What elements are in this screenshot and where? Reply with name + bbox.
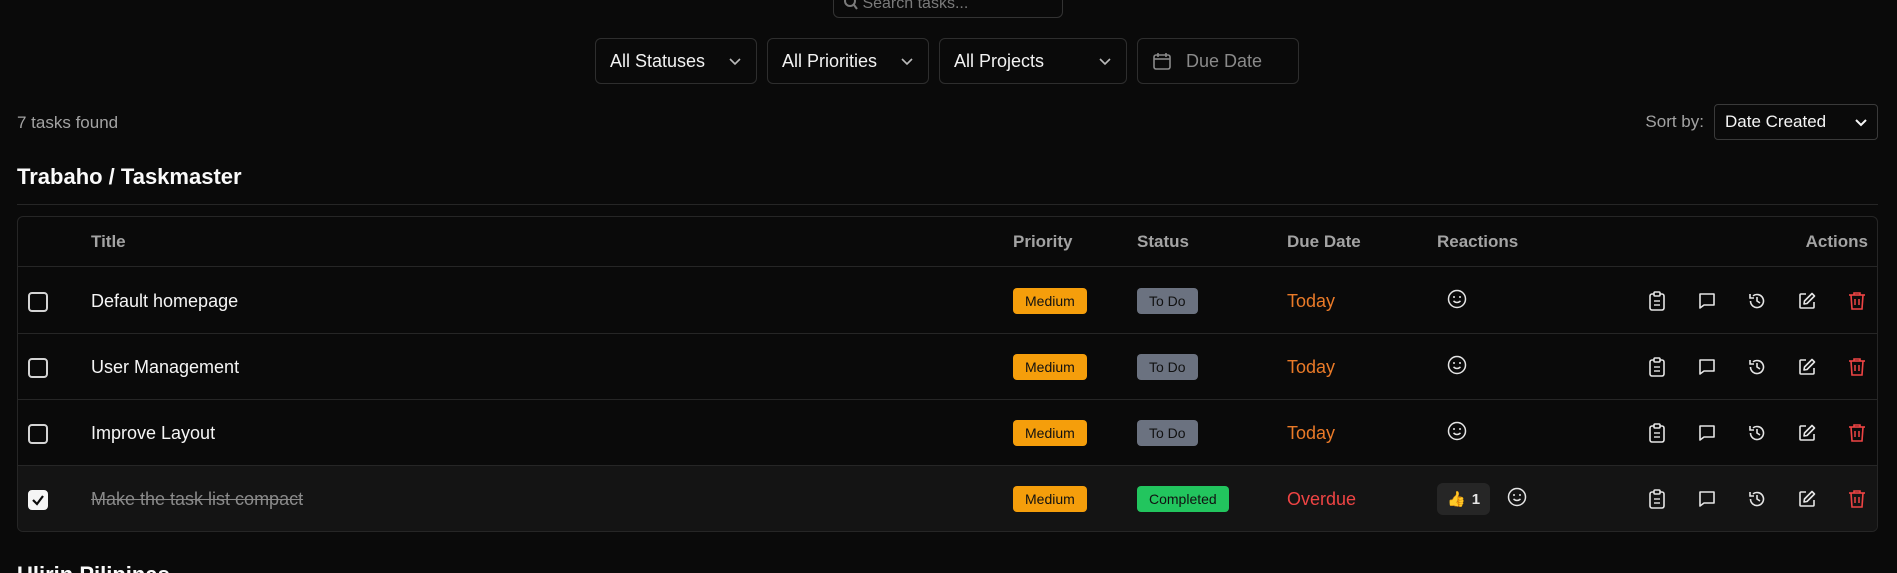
due-date: Overdue <box>1287 488 1357 509</box>
header-priority: Priority <box>1013 232 1073 251</box>
task-checkbox[interactable] <box>28 490 48 510</box>
due-date-filter-label: Due Date <box>1186 50 1263 71</box>
reaction-count: 1 <box>1471 490 1481 508</box>
group-title: Trabaho / Taskmaster <box>17 164 242 189</box>
edit-icon[interactable] <box>1797 357 1817 377</box>
calendar-icon <box>1152 51 1172 71</box>
sort-select-value: Date Created <box>1725 112 1827 131</box>
status-filter[interactable]: All Statuses <box>595 38 757 84</box>
due-date-filter[interactable]: Due Date <box>1137 38 1299 84</box>
add-reaction-button[interactable] <box>1444 420 1470 446</box>
reaction-pill[interactable]: 👍 1 <box>1437 483 1491 515</box>
header-due-date: Due Date <box>1287 232 1361 251</box>
task-count: 7 tasks found <box>17 113 119 132</box>
task-table: Title Priority Status Due Date Reactions… <box>17 216 1878 532</box>
due-date: Today <box>1287 422 1336 443</box>
due-date: Today <box>1287 290 1336 311</box>
chevron-down-icon <box>900 54 914 68</box>
table-row: User Management Medium To Do Today <box>18 334 1877 400</box>
search-input[interactable]: Search tasks... <box>833 0 1063 18</box>
status-badge[interactable]: Completed <box>1137 486 1229 512</box>
status-badge[interactable]: To Do <box>1137 354 1198 380</box>
status-badge[interactable]: To Do <box>1137 420 1198 446</box>
priority-filter[interactable]: All Priorities <box>767 38 929 84</box>
clipboard-icon[interactable] <box>1647 489 1667 509</box>
group-title: Ulirin Pilipinas <box>17 562 170 573</box>
smile-icon <box>1507 487 1527 512</box>
comment-icon[interactable] <box>1697 489 1717 509</box>
task-checkbox[interactable] <box>28 358 48 378</box>
task-checkbox[interactable] <box>28 424 48 444</box>
search-icon <box>844 0 858 16</box>
due-date: Today <box>1287 356 1336 377</box>
task-title[interactable]: Make the task list compact <box>91 489 303 510</box>
chevron-down-icon <box>1855 116 1867 128</box>
smile-icon <box>1447 355 1467 380</box>
header-status: Status <box>1137 232 1189 251</box>
history-icon[interactable] <box>1747 357 1767 377</box>
task-title[interactable]: Default homepage <box>91 291 238 312</box>
status-filter-label: All Statuses <box>610 50 706 71</box>
edit-icon[interactable] <box>1797 423 1817 443</box>
clipboard-icon[interactable] <box>1647 423 1667 443</box>
divider <box>17 204 1878 205</box>
add-reaction-button[interactable] <box>1444 354 1470 380</box>
header-reactions: Reactions <box>1437 232 1519 251</box>
header-title: Title <box>91 232 126 251</box>
task-checkbox[interactable] <box>28 292 48 312</box>
comment-icon[interactable] <box>1697 357 1717 377</box>
history-icon[interactable] <box>1747 291 1767 311</box>
sort-control: Sort by: Date Created <box>1645 104 1878 140</box>
table-row: Make the task list compact Medium Comple… <box>18 466 1877 531</box>
sort-select[interactable]: Date Created <box>1714 104 1878 140</box>
table-header: Title Priority Status Due Date Reactions… <box>18 217 1877 267</box>
trash-icon[interactable] <box>1847 357 1867 377</box>
trash-icon[interactable] <box>1847 423 1867 443</box>
project-filter-label: All Projects <box>954 50 1045 71</box>
project-filter[interactable]: All Projects <box>939 38 1127 84</box>
history-icon[interactable] <box>1747 489 1767 509</box>
smile-icon <box>1447 289 1467 314</box>
chevron-down-icon <box>728 54 742 68</box>
header-actions: Actions <box>1805 232 1868 251</box>
task-title[interactable]: Improve Layout <box>91 423 215 444</box>
add-reaction-button[interactable] <box>1444 288 1470 314</box>
clipboard-icon[interactable] <box>1647 291 1667 311</box>
edit-icon[interactable] <box>1797 489 1817 509</box>
table-row: Default homepage Medium To Do Today <box>18 268 1877 334</box>
priority-badge: Medium <box>1013 354 1087 380</box>
smile-icon <box>1447 421 1467 446</box>
add-reaction-button[interactable] <box>1504 486 1530 512</box>
history-icon[interactable] <box>1747 423 1767 443</box>
priority-filter-label: All Priorities <box>782 50 878 71</box>
trash-icon[interactable] <box>1847 291 1867 311</box>
clipboard-icon[interactable] <box>1647 357 1667 377</box>
priority-badge: Medium <box>1013 486 1087 512</box>
edit-icon[interactable] <box>1797 291 1817 311</box>
search-placeholder-text: Search tasks... <box>862 0 969 12</box>
task-title[interactable]: User Management <box>91 357 239 378</box>
search-placeholder: Search tasks... <box>844 0 968 16</box>
priority-badge: Medium <box>1013 420 1087 446</box>
trash-icon[interactable] <box>1847 489 1867 509</box>
sort-label: Sort by: <box>1645 112 1704 131</box>
comment-icon[interactable] <box>1697 423 1717 443</box>
status-badge[interactable]: To Do <box>1137 288 1198 314</box>
comment-icon[interactable] <box>1697 291 1717 311</box>
priority-badge: Medium <box>1013 288 1087 314</box>
filter-bar: All Statuses All Priorities All Projects… <box>595 38 1299 84</box>
table-row: Improve Layout Medium To Do Today <box>18 400 1877 466</box>
thumbs-up-emoji: 👍 <box>1447 491 1466 508</box>
chevron-down-icon <box>1098 54 1112 68</box>
